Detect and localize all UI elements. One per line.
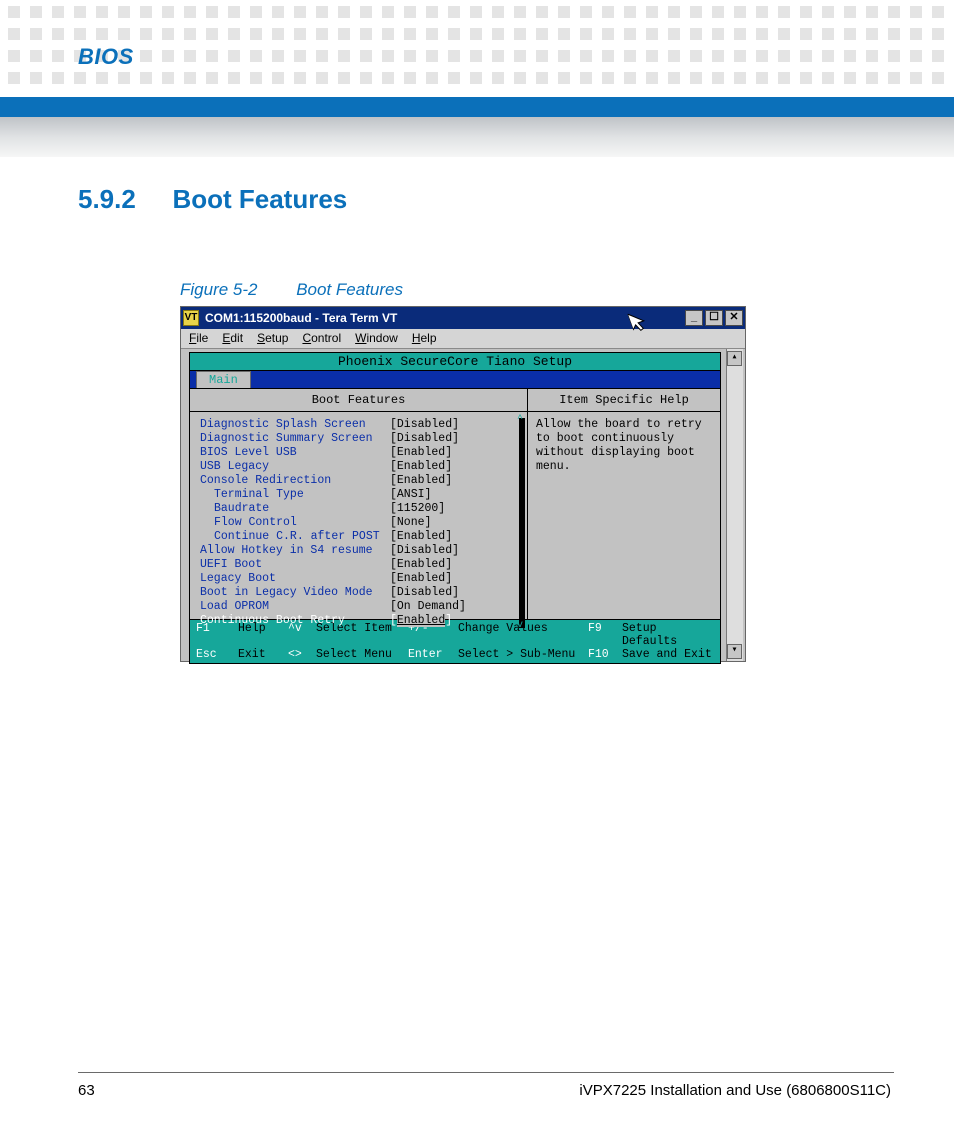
setting-value[interactable]: [Enabled] bbox=[390, 446, 500, 460]
chapter-title: BIOS bbox=[78, 44, 134, 70]
setting-name[interactable]: BIOS Level USB bbox=[200, 446, 390, 460]
hk-f10: F10 bbox=[588, 648, 622, 661]
header-blue-bar bbox=[0, 97, 954, 117]
figure-title: Boot Features bbox=[296, 280, 403, 299]
inner-scrollbar[interactable]: ^ v bbox=[519, 418, 525, 628]
bios-product-title: Phoenix SecureCore Tiano Setup bbox=[189, 352, 721, 371]
settings-panel-header: Boot Features bbox=[190, 389, 527, 412]
help-panel-header: Item Specific Help bbox=[528, 389, 720, 412]
app-icon: VT bbox=[183, 310, 199, 326]
scroll-down-button[interactable]: ▾ bbox=[727, 644, 742, 659]
setting-value[interactable]: [Disabled] bbox=[390, 418, 500, 432]
setting-value[interactable]: [Enabled] bbox=[390, 530, 500, 544]
setting-name[interactable]: Terminal Type bbox=[200, 488, 390, 502]
setting-name[interactable]: UEFI Boot bbox=[200, 558, 390, 572]
caret-up-icon: ^ bbox=[517, 413, 523, 427]
setting-name[interactable]: Flow Control bbox=[200, 516, 390, 530]
settings-list[interactable]: Diagnostic Splash ScreenDiagnostic Summa… bbox=[190, 412, 527, 634]
setting-name[interactable]: Console Redirection bbox=[200, 474, 390, 488]
section-heading: 5.9.2 Boot Features bbox=[78, 184, 347, 215]
settings-panel: Boot Features Diagnostic Splash ScreenDi… bbox=[190, 389, 528, 619]
section-number: 5.9.2 bbox=[78, 184, 168, 215]
bios-tab-row: Main bbox=[189, 371, 721, 388]
hk-exit: Exit bbox=[238, 648, 288, 661]
setting-value[interactable]: [Disabled] bbox=[390, 544, 500, 558]
document-title: iVPX7225 Installation and Use (6806800S1… bbox=[579, 1082, 891, 1099]
setting-value[interactable]: [Disabled] bbox=[390, 586, 500, 600]
setting-name[interactable]: Boot in Legacy Video Mode bbox=[200, 586, 390, 600]
setting-value[interactable]: [Disabled] bbox=[390, 432, 500, 446]
tab-main[interactable]: Main bbox=[196, 371, 251, 388]
setting-name[interactable]: Legacy Boot bbox=[200, 572, 390, 586]
maximize-button[interactable]: ☐ bbox=[705, 310, 723, 326]
setting-value[interactable]: [None] bbox=[390, 516, 500, 530]
setting-value[interactable]: [Enabled] bbox=[390, 572, 500, 586]
hk-select-menu: Select Menu bbox=[316, 648, 408, 661]
menu-setup[interactable]: Setup bbox=[257, 331, 288, 346]
scroll-up-button[interactable]: ▴ bbox=[727, 351, 742, 366]
help-panel: Item Specific Help Allow the board to re… bbox=[528, 389, 720, 619]
help-text: Allow the board to retry to boot continu… bbox=[528, 412, 720, 480]
caret-down-icon: v bbox=[517, 619, 523, 633]
header-pattern bbox=[0, 0, 954, 91]
menu-edit[interactable]: Edit bbox=[222, 331, 243, 346]
scrollbar[interactable]: ▴ ▾ bbox=[726, 349, 743, 661]
menu-file[interactable]: File bbox=[189, 331, 208, 346]
menu-control[interactable]: Control bbox=[302, 331, 341, 346]
setting-name[interactable]: Diagnostic Splash Screen bbox=[200, 418, 390, 432]
bios-area[interactable]: ▴ ▾ Phoenix SecureCore Tiano Setup Main … bbox=[181, 349, 745, 661]
menu-help[interactable]: Help bbox=[412, 331, 437, 346]
setting-names-col: Diagnostic Splash ScreenDiagnostic Summa… bbox=[200, 418, 390, 628]
setting-name[interactable]: Load OPROM bbox=[200, 600, 390, 614]
figure-caption: Figure 5-2 Boot Features bbox=[180, 280, 403, 300]
setting-values-col: [Disabled][Disabled][Enabled][Enabled][E… bbox=[390, 418, 500, 628]
menu-window[interactable]: Window bbox=[355, 331, 398, 346]
terminal-window: VT COM1:115200baud - Tera Term VT _ ☐ ✕ … bbox=[180, 306, 746, 662]
setting-name[interactable]: Diagnostic Summary Screen bbox=[200, 432, 390, 446]
hk-save-exit: Save and Exit bbox=[622, 648, 714, 661]
figure-label: Figure 5-2 bbox=[180, 280, 257, 299]
setting-name[interactable]: Baudrate bbox=[200, 502, 390, 516]
page-number: 63 bbox=[78, 1082, 95, 1099]
setting-value[interactable]: [115200] bbox=[390, 502, 500, 516]
close-button[interactable]: ✕ bbox=[725, 310, 743, 326]
minimize-button[interactable]: _ bbox=[685, 310, 703, 326]
hk-enter: Enter bbox=[408, 648, 458, 661]
window-title: COM1:115200baud - Tera Term VT bbox=[205, 311, 397, 325]
hk-esc: Esc bbox=[196, 648, 238, 661]
titlebar[interactable]: VT COM1:115200baud - Tera Term VT _ ☐ ✕ bbox=[181, 307, 745, 329]
setting-name[interactable]: USB Legacy bbox=[200, 460, 390, 474]
hk-submenu: Select > Sub-Menu bbox=[458, 648, 588, 661]
footer-rule bbox=[78, 1072, 894, 1073]
hk-arrows-h: <> bbox=[288, 648, 316, 661]
header-grey-bar bbox=[0, 117, 954, 157]
section-title: Boot Features bbox=[172, 184, 347, 214]
setting-value[interactable]: [Enabled] bbox=[390, 558, 500, 572]
setting-value-selected[interactable]: [Enabled] bbox=[390, 614, 500, 628]
setting-name[interactable]: Allow Hotkey in S4 resume bbox=[200, 544, 390, 558]
setting-name-selected[interactable]: Continuous Boot Retry bbox=[200, 614, 390, 628]
setting-value[interactable]: [Enabled] bbox=[390, 474, 500, 488]
setting-name[interactable]: Continue C.R. after POST bbox=[200, 530, 390, 544]
setting-value[interactable]: [On Demand] bbox=[390, 600, 500, 614]
hk-f9: F9 bbox=[588, 622, 622, 648]
setting-value[interactable]: [Enabled] bbox=[390, 460, 500, 474]
hk-setup-defaults: Setup Defaults bbox=[622, 622, 714, 648]
setting-value[interactable]: [ANSI] bbox=[390, 488, 500, 502]
bios-panels: Boot Features Diagnostic Splash ScreenDi… bbox=[189, 388, 721, 620]
menubar[interactable]: File Edit Setup Control Window Help bbox=[181, 329, 745, 349]
